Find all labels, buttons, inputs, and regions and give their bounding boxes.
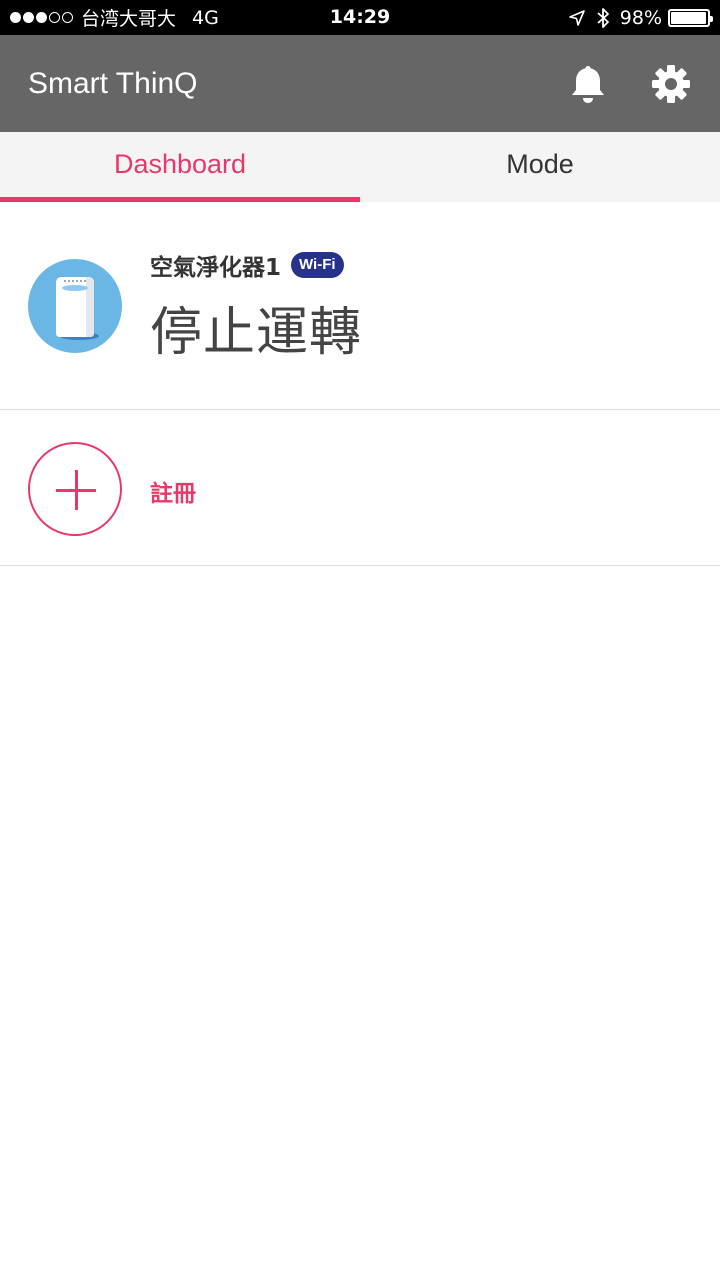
signal-dot (23, 12, 34, 23)
battery-nub (710, 15, 713, 22)
screen: 台湾大哥大 4G 14:29 98% Smart ThinQ Dashboard… (0, 0, 720, 1280)
app-header: Smart ThinQ (0, 35, 720, 132)
tab-bar: Dashboard Mode (0, 132, 720, 202)
battery-fill (671, 11, 707, 24)
status-left: 台湾大哥大 4G (10, 0, 219, 35)
signal-strength-icon (10, 12, 75, 23)
location-arrow-icon (568, 9, 586, 27)
carrier-name: 台湾大哥大 (81, 8, 177, 30)
air-purifier-icon (28, 259, 122, 353)
device-name-line: 空氣淨化器1 Wi-Fi (150, 248, 344, 282)
signal-dot (10, 12, 21, 23)
signal-dot (49, 12, 60, 23)
battery-icon (668, 8, 713, 27)
plus-icon[interactable] (28, 442, 122, 536)
register-label: 註冊 (150, 481, 196, 507)
app-title: Smart ThinQ (28, 67, 198, 100)
device-status: 停止運轉 (150, 303, 363, 363)
battery-percent: 98% (619, 6, 662, 29)
gear-icon[interactable] (650, 63, 692, 105)
network-type: 4G (192, 6, 219, 29)
bluetooth-icon (596, 7, 610, 29)
tab-mode[interactable]: Mode (360, 132, 720, 202)
wifi-badge: Wi-Fi (291, 252, 344, 278)
status-right: 98% (568, 0, 713, 35)
device-name: 空氣淨化器1 (150, 255, 282, 281)
status-bar: 台湾大哥大 4G 14:29 98% (0, 0, 720, 35)
register-device-row[interactable]: 註冊 (0, 410, 720, 566)
tab-dashboard[interactable]: Dashboard (0, 132, 360, 202)
bell-icon[interactable] (568, 63, 608, 105)
signal-dot (62, 12, 73, 23)
plus-vertical (75, 470, 78, 510)
signal-dot (36, 12, 47, 23)
device-card[interactable]: 空氣淨化器1 Wi-Fi 停止運轉 (0, 202, 720, 410)
